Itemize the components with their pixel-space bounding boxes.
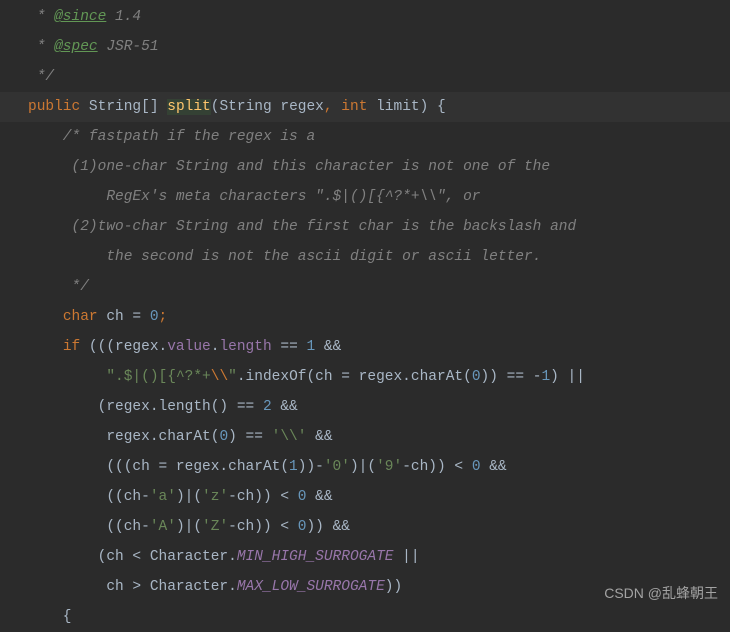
code-line: the second is not the ascii digit or asc…: [28, 242, 730, 272]
code-line: (ch < Character.MIN_HIGH_SURROGATE ||: [28, 542, 730, 572]
code-line: */: [28, 62, 730, 92]
code-line: ".$|()[{^?*+\\".indexOf(ch = regex.charA…: [28, 362, 730, 392]
code-line: ((ch-'a')|('z'-ch)) < 0 &&: [28, 482, 730, 512]
code-line: (1)one-char String and this character is…: [28, 152, 730, 182]
code-line: * @spec JSR-51: [28, 32, 730, 62]
code-line: if (((regex.value.length == 1 &&: [28, 332, 730, 362]
code-line: regex.charAt(0) == '\\' &&: [28, 422, 730, 452]
code-line: /* fastpath if the regex is a: [28, 122, 730, 152]
code-line: (regex.length() == 2 &&: [28, 392, 730, 422]
code-editor[interactable]: * @since 1.4 * @spec JSR-51 */ public St…: [28, 2, 730, 632]
method-signature-line: public String[] split(String regex, int …: [0, 92, 730, 122]
code-line: (2)two-char String and the first char is…: [28, 212, 730, 242]
code-line: ((ch-'A')|('Z'-ch)) < 0)) &&: [28, 512, 730, 542]
code-line: */: [28, 272, 730, 302]
code-line: (((ch = regex.charAt(1))-'0')|('9'-ch)) …: [28, 452, 730, 482]
code-line: * @since 1.4: [28, 2, 730, 32]
code-line: RegEx's meta characters ".$|()[{^?*+\\",…: [28, 182, 730, 212]
watermark: CSDN @乱蜂朝王: [604, 578, 718, 608]
code-line: char ch = 0;: [28, 302, 730, 332]
